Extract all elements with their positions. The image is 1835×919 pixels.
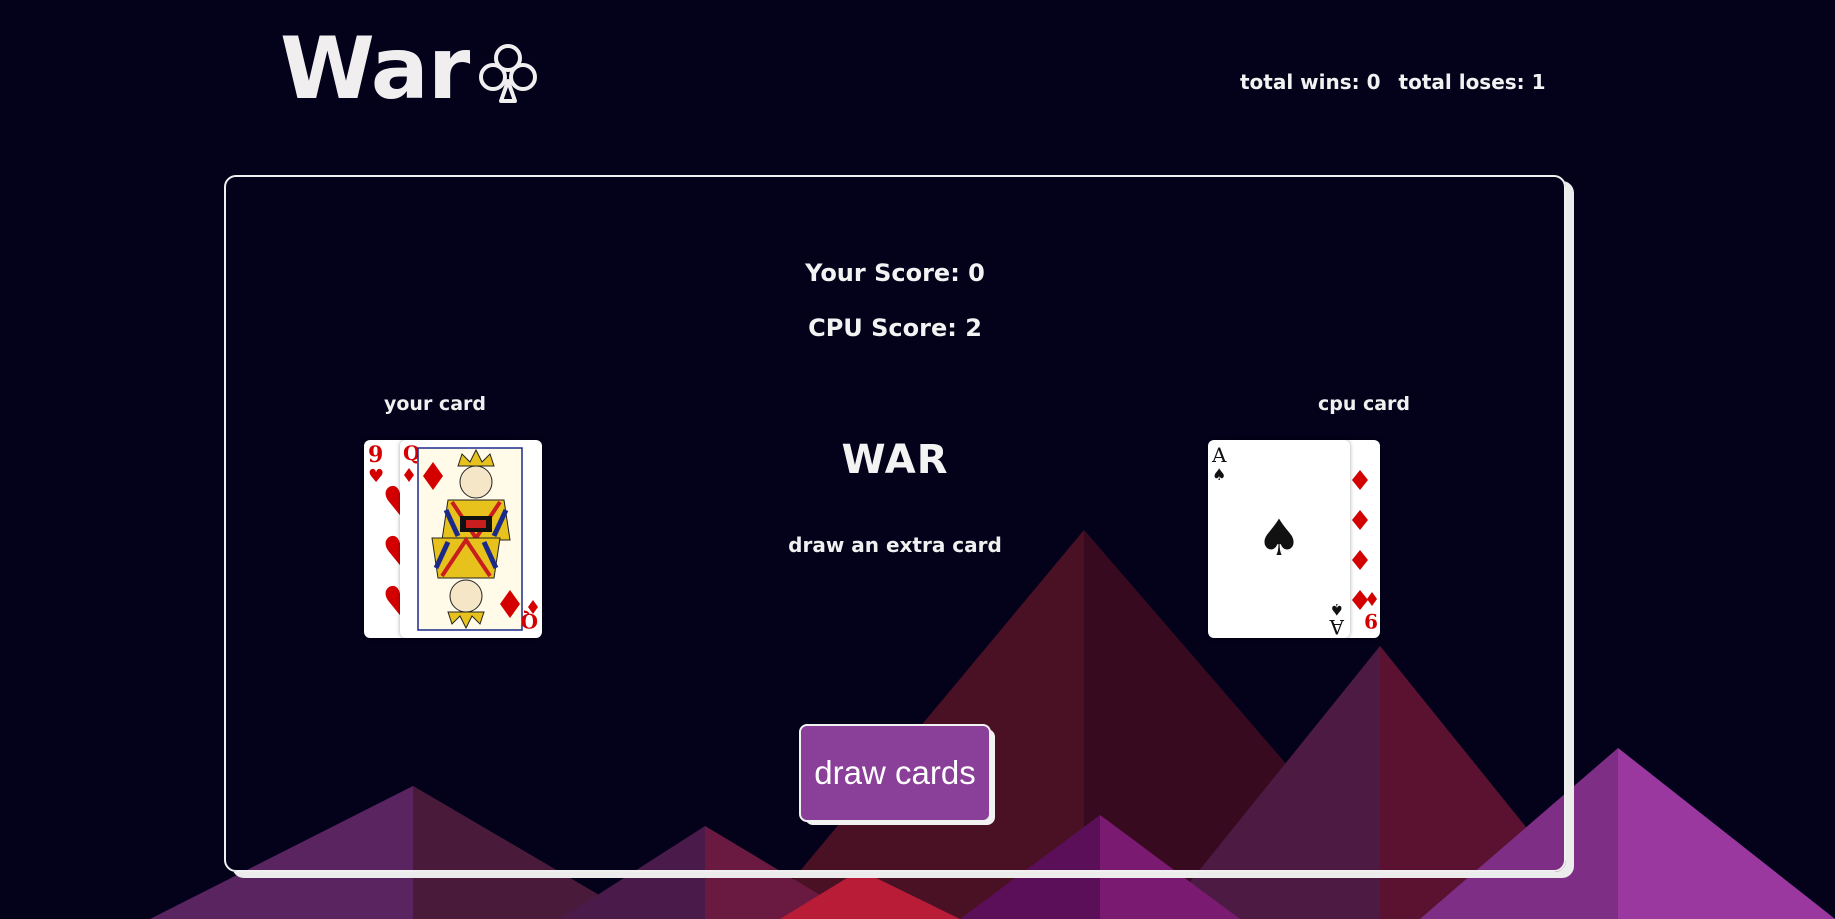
cpu-card-front: A ♠ ♠ A ♠	[1208, 440, 1350, 638]
cpu-score: CPU Score: 2	[808, 314, 982, 342]
total-loses: total loses: 1	[1398, 70, 1546, 94]
app-title: War	[280, 19, 470, 119]
app-logo: War	[280, 26, 541, 112]
player-card-front: Q Q	[400, 440, 542, 638]
your-score: Your Score: 0	[805, 259, 985, 287]
ace-of-spades-card: A ♠ ♠ A ♠	[1211, 443, 1345, 638]
draw-cards-button[interactable]: draw cards	[799, 724, 991, 822]
your-card-label: your card	[383, 393, 486, 415]
svg-text:♠: ♠	[1330, 600, 1344, 619]
cpu-card-label: cpu card	[1317, 393, 1411, 415]
queen-of-diamonds-card: Q Q	[403, 441, 538, 633]
card-rank-nine: 9	[368, 442, 383, 468]
card-rank-ace: A	[1211, 443, 1227, 467]
svg-text:♠: ♠	[1212, 465, 1226, 484]
club-outline-icon	[479, 44, 538, 103]
card-rank-nine-cpu: 9	[1364, 609, 1378, 633]
total-wins: total wins: 0	[1240, 70, 1381, 94]
win-loss-tally: total wins: 0 total loses: 1	[1240, 70, 1546, 94]
game-stage: War total wins: 0 total loses: 1 Your Sc…	[0, 0, 1835, 919]
spade-icon: ♠	[1257, 509, 1302, 567]
svg-text:Q: Q	[521, 609, 538, 633]
